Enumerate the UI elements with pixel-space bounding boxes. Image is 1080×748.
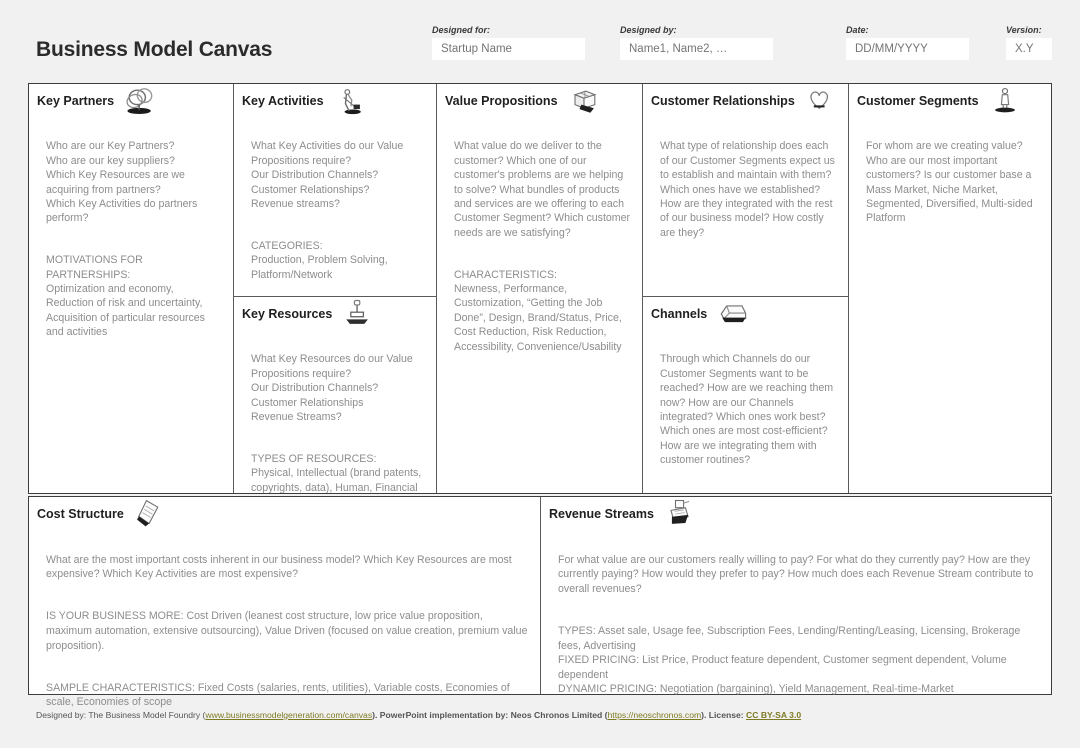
footer-link-businessmodelgeneration[interactable]: www.businessmodelgeneration.com/canvas: [205, 710, 372, 720]
block-title-customer-segments: Customer Segments: [857, 94, 979, 108]
version-field: Version:: [1006, 25, 1052, 60]
block-paragraph: Who are our Key Partners? Who are our ke…: [46, 140, 198, 225]
block-paragraph: IS YOUR BUSINESS MORE: Cost Driven (lean…: [46, 610, 528, 652]
canvas-top-grid: Key Partners Who are our Key Partners? W…: [28, 83, 1052, 494]
block-title-revenue-streams: Revenue Streams: [549, 507, 654, 521]
block-header: Channels: [651, 305, 837, 328]
block-header: Revenue Streams: [549, 499, 1039, 528]
block-key-partners[interactable]: Key Partners Who are our Key Partners? W…: [29, 84, 233, 493]
block-body: What Key Resources do our Value Proposit…: [242, 338, 425, 493]
date-input[interactable]: [846, 38, 969, 60]
block-paragraph: CATEGORIES: Production, Problem Solving,…: [251, 239, 388, 281]
block-paragraph: What Key Activities do our Value Proposi…: [251, 140, 404, 211]
block-paragraph: What value do we deliver to the customer…: [454, 140, 631, 239]
block-title-value-propositions: Value Propositions: [445, 94, 558, 108]
block-header: Key Activities: [242, 89, 425, 115]
stamp-press-icon: [346, 299, 369, 324]
block-header: Key Partners: [37, 88, 222, 115]
truck-icon: [720, 305, 747, 323]
chain-links-icon: [126, 88, 153, 114]
block-customer-relationships[interactable]: Customer Relationships What type of rela…: [643, 84, 848, 297]
cash-register-icon: [670, 499, 690, 524]
worker-hammer-icon: [342, 89, 361, 115]
gift-box-icon: [572, 90, 596, 113]
date-field: Date:: [846, 25, 969, 60]
business-model-canvas-page: Business Model Canvas Designed for: Desi…: [0, 0, 1080, 748]
footer-link-neoschronos[interactable]: https://neoschronos.com: [608, 710, 702, 720]
block-header: Customer Relationships: [651, 91, 837, 115]
price-tag-icon: [136, 499, 159, 527]
block-body: Who are our Key Partners? Who are our ke…: [37, 125, 222, 354]
block-paragraph: What type of relationship does each of o…: [660, 140, 835, 239]
block-value-propositions[interactable]: Value Propositions What value do we deli…: [437, 84, 642, 493]
designed-for-field: Designed for:: [432, 25, 585, 60]
designed-for-label: Designed for:: [432, 25, 491, 35]
block-paragraph: TYPES: Asset sale, Usage fee, Subscripti…: [558, 624, 1021, 696]
footer-text-part2: ). PowerPoint implementation by: Neos Ch…: [372, 710, 608, 720]
footer-text-part1: Designed by: The Business Model Foundry …: [36, 710, 206, 720]
block-paragraph: CHARACTERISTICS: Newness, Performance, C…: [454, 268, 622, 353]
canvas-bottom-grid: Cost Structure What are the most importa…: [28, 496, 1052, 708]
block-title-key-activities: Key Activities: [242, 94, 324, 108]
column-customer-relationships-channels: Customer Relationships What type of rela…: [643, 84, 849, 493]
block-body: For whom are we creating value? Who are …: [857, 125, 1039, 240]
block-body: What are the most important costs inhere…: [37, 538, 528, 725]
block-revenue-streams[interactable]: Revenue Streams For what value are our c…: [541, 497, 1051, 695]
block-customer-segments[interactable]: Customer Segments For whom are we creati…: [849, 84, 1050, 493]
block-title-customer-relationships: Customer Relationships: [651, 94, 795, 108]
block-paragraph: For whom are we creating value? Who are …: [866, 140, 1033, 225]
column-key-partners: Key Partners Who are our Key Partners? W…: [29, 84, 234, 493]
block-title-key-partners: Key Partners: [37, 94, 115, 108]
block-title-key-resources: Key Resources: [242, 307, 333, 321]
designed-for-input[interactable]: [432, 38, 585, 60]
footer-link-license[interactable]: CC BY-SA 3.0: [746, 710, 801, 720]
block-paragraph: What Key Resources do our Value Proposit…: [251, 353, 413, 424]
column-key-activities-resources: Key Activities What Key Activities do ou…: [234, 84, 437, 493]
block-paragraph: MOTIVATIONS FOR PARTNERSHIPS: Optimizati…: [46, 254, 205, 339]
canvas-header: Business Model Canvas Designed for: Desi…: [0, 0, 1080, 80]
block-header: Cost Structure: [37, 499, 528, 528]
block-channels[interactable]: Channels Through which Channels do our C…: [643, 297, 848, 493]
designed-by-label: Designed by:: [620, 25, 677, 35]
page-title: Business Model Canvas: [36, 38, 273, 61]
date-label: Date:: [846, 25, 869, 35]
block-cost-structure[interactable]: Cost Structure What are the most importa…: [29, 497, 541, 708]
block-body: What value do we deliver to the customer…: [445, 125, 631, 369]
footer-credits: Designed by: The Business Model Foundry …: [36, 710, 801, 720]
block-paragraph: Through which Channels do our Customer S…: [660, 353, 834, 467]
version-input[interactable]: [1006, 38, 1052, 60]
block-key-activities[interactable]: Key Activities What Key Activities do ou…: [234, 84, 436, 297]
designed-by-input[interactable]: [620, 38, 773, 60]
block-body: Through which Channels do our Customer S…: [651, 338, 837, 482]
block-body: What Key Activities do our Value Proposi…: [242, 125, 425, 296]
block-paragraph: TYPES OF RESOURCES: Physical, Intellectu…: [251, 452, 422, 493]
designed-by-field: Designed by:: [620, 25, 773, 60]
block-header: Customer Segments: [857, 87, 1039, 115]
block-paragraph: For what value are our customers really …: [558, 553, 1034, 595]
footer-text-part3: ). License:: [701, 710, 747, 720]
block-header: Value Propositions: [445, 90, 631, 115]
heart-icon: [810, 91, 828, 109]
block-body: What type of relationship does each of o…: [651, 125, 837, 255]
block-title-cost-structure: Cost Structure: [37, 507, 124, 521]
person-icon: [994, 87, 1015, 113]
block-title-channels: Channels: [651, 307, 708, 321]
column-value-propositions: Value Propositions What value do we deli…: [437, 84, 643, 493]
block-paragraph: What are the most important costs inhere…: [46, 553, 512, 581]
block-paragraph: SAMPLE CHARACTERISTICS: Fixed Costs (sal…: [46, 681, 510, 709]
column-customer-segments: Customer Segments For whom are we creati…: [849, 84, 1050, 493]
block-header: Key Resources: [242, 299, 425, 328]
block-body: For what value are our customers really …: [549, 538, 1039, 712]
version-label: Version:: [1006, 25, 1042, 35]
block-key-resources[interactable]: Key Resources What Key Resources do our …: [234, 297, 436, 493]
